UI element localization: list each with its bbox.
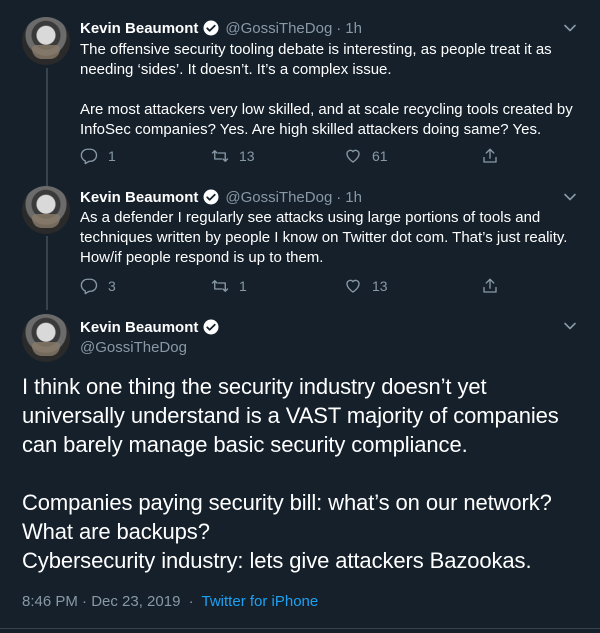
author-name[interactable]: Kevin Beaumont xyxy=(80,189,198,206)
avatar[interactable] xyxy=(22,17,70,65)
like-button[interactable]: 61 xyxy=(344,147,481,165)
chevron-down-icon[interactable] xyxy=(563,319,577,333)
tweet-time[interactable]: 1h xyxy=(345,189,362,206)
tweet-header: Kevin Beaumont @GossiTheDog · 1h xyxy=(80,19,362,37)
retweet-count: 13 xyxy=(239,148,255,164)
separator: · xyxy=(336,19,342,37)
author-name[interactable]: Kevin Beaumont xyxy=(80,20,198,37)
reply-button[interactable]: 3 xyxy=(80,277,211,295)
share-icon xyxy=(483,148,497,163)
meta-separator: · xyxy=(188,593,194,610)
share-button[interactable] xyxy=(481,147,499,165)
author-handle-line: @GossiTheDog xyxy=(80,339,187,356)
chevron-down-icon[interactable] xyxy=(563,190,577,204)
reply-count: 1 xyxy=(108,148,116,164)
tweet-2[interactable]: Kevin Beaumont @GossiTheDog · 1h As a de… xyxy=(0,180,600,310)
tweet-1[interactable]: Kevin Beaumont @GossiTheDog · 1h The off… xyxy=(0,0,600,180)
tweet-timestamp[interactable]: 8:46 PM · Dec 23, 2019 xyxy=(22,593,180,610)
tweet-text: The offensive security tooling debate is… xyxy=(80,41,573,138)
like-icon xyxy=(346,279,360,293)
like-button[interactable]: 13 xyxy=(344,277,481,295)
reply-button[interactable]: 1 xyxy=(80,147,211,165)
retweet-button[interactable]: 1 xyxy=(211,277,344,295)
reply-count: 3 xyxy=(108,278,116,294)
tweet-actions: 1 13 61 xyxy=(80,146,499,166)
main-tweet-text: I think one thing the security industry … xyxy=(22,374,559,573)
tweet-source-link[interactable]: Twitter for iPhone xyxy=(202,593,319,610)
reply-icon xyxy=(80,148,98,165)
verified-badge-icon xyxy=(203,20,219,36)
retweet-icon xyxy=(211,150,229,162)
separator: · xyxy=(336,188,342,206)
avatar[interactable] xyxy=(22,314,70,362)
tweet-header: Kevin Beaumont xyxy=(80,318,220,336)
author-handle[interactable]: @GossiTheDog xyxy=(225,189,332,206)
verified-badge-icon xyxy=(203,319,219,335)
tweet-time[interactable]: 1h xyxy=(345,20,362,37)
tweet-meta: 8:46 PM · Dec 23, 2019 · Twitter for iPh… xyxy=(22,593,318,610)
share-icon xyxy=(483,278,497,293)
tweet-text: As a defender I regularly see attacks us… xyxy=(80,209,568,266)
author-handle[interactable]: @GossiTheDog xyxy=(80,339,187,356)
avatar[interactable] xyxy=(22,186,70,234)
author-name[interactable]: Kevin Beaumont xyxy=(80,319,198,336)
chevron-down-icon[interactable] xyxy=(563,21,577,35)
reply-icon xyxy=(80,278,98,295)
retweet-button[interactable]: 13 xyxy=(211,147,344,165)
tweet-actions: 3 1 13 xyxy=(80,276,499,296)
like-count: 13 xyxy=(372,278,388,294)
divider xyxy=(0,628,600,629)
author-handle[interactable]: @GossiTheDog xyxy=(225,20,332,37)
verified-badge-icon xyxy=(203,189,219,205)
tweet-header: Kevin Beaumont @GossiTheDog · 1h xyxy=(80,188,362,206)
retweet-icon xyxy=(211,280,229,292)
like-count: 61 xyxy=(372,148,388,164)
share-button[interactable] xyxy=(481,277,499,295)
retweet-count: 1 xyxy=(239,278,247,294)
like-icon xyxy=(346,149,360,163)
